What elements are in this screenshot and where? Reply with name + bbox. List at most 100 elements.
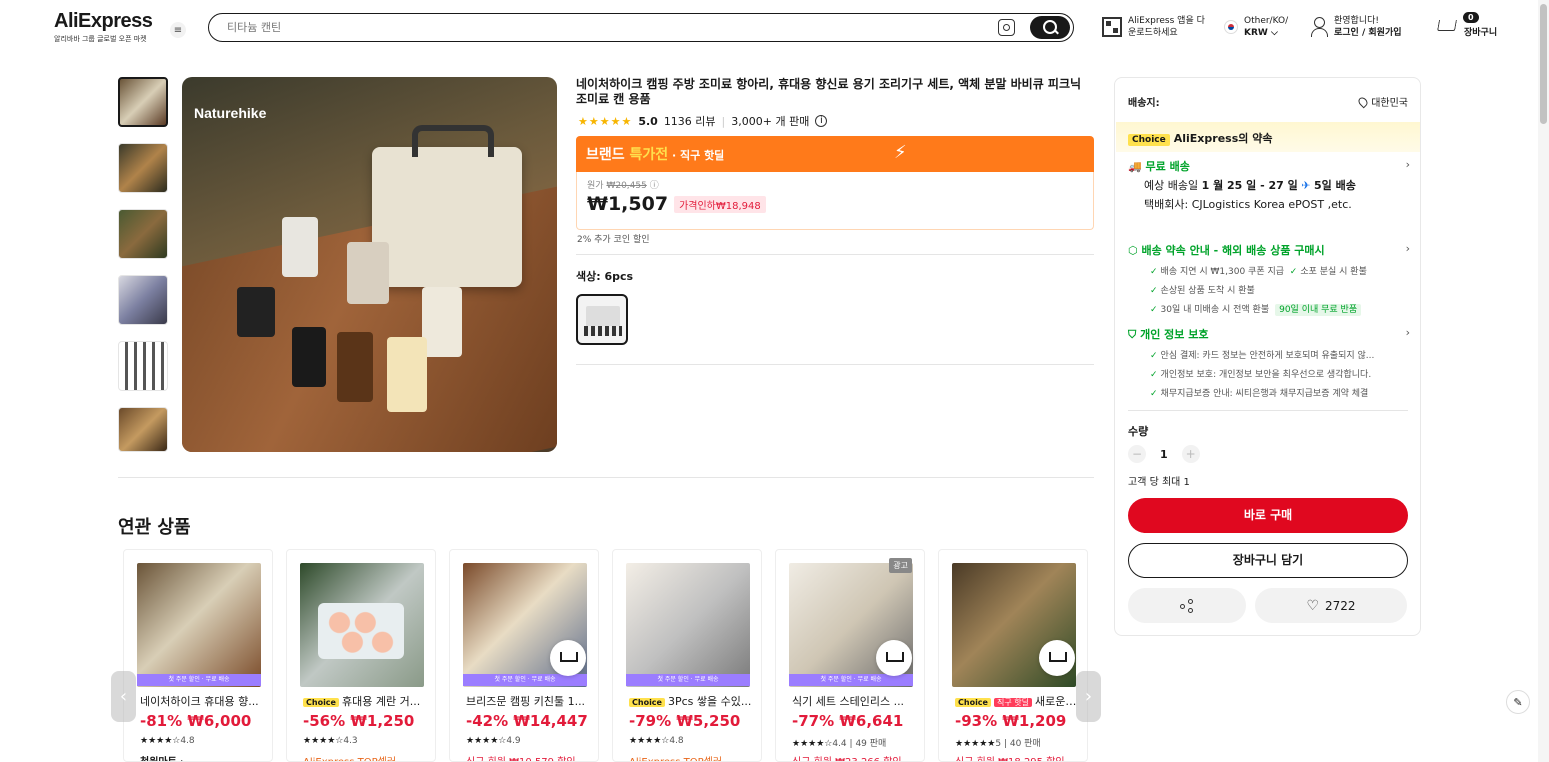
spice-jar (282, 217, 318, 277)
promo-suffix: · 직구 핫딜 (668, 149, 725, 162)
rating-stars: ★★★★☆ (629, 736, 670, 746)
search-button[interactable] (1030, 16, 1070, 39)
quantity-value[interactable]: 1 (1160, 448, 1168, 461)
sauce-bottle (387, 337, 427, 412)
rating-value: 4.4 (832, 739, 847, 749)
carousel-next-button[interactable]: › (1076, 671, 1101, 722)
share-icon (1180, 598, 1194, 613)
promo-highlight: 특가전 (629, 147, 669, 163)
rating-stars: ★★★★☆ (466, 736, 507, 746)
page-scrollbar[interactable] (1538, 0, 1549, 762)
review-count[interactable]: 1136 리뷰 (664, 113, 716, 129)
delivery-dates: 1 월 25 일 - 27 일 (1201, 179, 1298, 192)
product-card[interactable]: 첫 주문 할인 · 무료 배송 네이처하이크 휴대용 향... -81% ₩6,… (123, 549, 273, 762)
original-price: ₩20,455 (606, 181, 647, 191)
divider (118, 477, 1094, 478)
free-shipping-section[interactable]: 🚚 무료 배송 › 예상 배송일 1 월 25 일 - 27 일 ✈ 5일 배송 … (1128, 158, 1410, 212)
add-to-cart-icon[interactable] (550, 640, 586, 676)
image-brand-watermark: Naturehike (194, 105, 267, 121)
product-card[interactable]: 첫 주문 할인 · 무료 배송 광고 식기 세트 스테인리스 ... -77% … (775, 549, 925, 762)
product-card[interactable]: 첫 주문 할인 · 무료 배송 브리즈문 캠핑 키친툴 1... -42% ₩1… (449, 549, 599, 762)
scrollbar-thumb[interactable] (1540, 4, 1547, 124)
delivery-days: 5일 배송 (1313, 179, 1356, 192)
thumbnail-2[interactable] (118, 143, 168, 193)
thumbnail-1[interactable] (118, 77, 168, 127)
add-to-cart-icon[interactable] (876, 640, 912, 676)
decrease-quantity-button[interactable]: − (1128, 445, 1146, 463)
promise-item: 소포 분실 시 환불 (1300, 267, 1367, 277)
menu-icon[interactable]: ≡ (170, 22, 186, 38)
product-price: -81% ₩6,000 (140, 712, 252, 730)
check-icon: ✓ (1150, 286, 1158, 296)
app-download[interactable]: AliExpress 앱을 다 운로드하세요 (1102, 15, 1205, 39)
product-name-text: 새로운 ... (1034, 695, 1079, 708)
rating-stars: ★★★★☆ (792, 739, 833, 749)
seller-badge: AliExpress TOP셀러 (629, 753, 722, 761)
hot-deal-badge: 직구 핫딜 (993, 698, 1032, 707)
delivery-promise-title: 배송 약속 안내 - 해외 배송 상품 구매시 (1141, 244, 1325, 257)
rating-stars: ★★★★☆ (140, 736, 181, 746)
add-to-cart-button[interactable]: 장바구니 담기 (1128, 543, 1408, 578)
color-option-6pcs[interactable] (576, 294, 628, 345)
delivery-promise-section[interactable]: ⬡ 배송 약속 안내 - 해외 배송 상품 구매시 › ✓ 배송 지연 시 ₩1,3… (1128, 242, 1410, 316)
wishlist-count: 2722 (1325, 598, 1356, 613)
product-card[interactable]: 첫 주문 할인 · 무료 배송 Choice 3Pcs 쌓을 수있... -79%… (612, 549, 762, 762)
product-card[interactable]: Choice 직구 핫딜 새로운 ... -93% ₩1,209 ★★★★★5 | … (938, 549, 1088, 762)
sold-count: 49 판매 (855, 739, 887, 749)
aliexpress-logo[interactable]: AliExpress 알리바바 그룹 글로벌 오픈 마켓 (54, 10, 153, 44)
image-search-icon[interactable] (998, 19, 1015, 36)
product-name-text: 네이처하이크 휴대용 향... (140, 695, 259, 708)
seller-badge: AliExpress TOP셀러 (303, 753, 396, 761)
info-icon[interactable]: ⓘ (650, 181, 659, 191)
rating-value: 4.8 (669, 736, 684, 746)
search-bar (208, 13, 1074, 42)
separator: | (721, 114, 726, 128)
thumbnail-6[interactable] (118, 407, 168, 452)
store-link[interactable]: 청원마트 › (140, 753, 184, 761)
buy-now-button[interactable]: 바로 구매 (1128, 498, 1408, 533)
discount-badge: 가격인하₩18,948 (674, 195, 766, 213)
account-menu[interactable]: 환영합니다! 로그인 / 회원가입 (1310, 15, 1402, 39)
spice-jar (347, 242, 389, 304)
cart-label: 장바구니 (1464, 28, 1498, 38)
thumbnail-5[interactable] (118, 341, 168, 391)
thumbnail-3[interactable] (118, 209, 168, 259)
rating-score: 5.0 (638, 114, 658, 128)
main-product-image[interactable]: Naturehike (182, 77, 557, 452)
product-rating: ★★★★☆4.3 (303, 736, 358, 746)
promise-item: 30일 내 미배송 시 전액 환불 (1160, 305, 1270, 315)
add-to-cart-icon[interactable] (1039, 640, 1075, 676)
wishlist-button[interactable]: ♡ 2722 (1255, 588, 1407, 623)
carousel-prev-button[interactable]: ‹ (111, 671, 136, 722)
promo-strip: 첫 주문 할인 · 무료 배송 (137, 674, 261, 686)
rating-value: 4.3 (343, 736, 358, 746)
info-icon[interactable]: i (815, 115, 828, 127)
login-signup-link[interactable]: 로그인 / 회원가입 (1334, 27, 1402, 39)
region-selector[interactable]: Other/KO/KRW ⌵ (1224, 15, 1288, 39)
product-rating: ★★★★☆4.9 (466, 736, 521, 746)
share-button[interactable] (1128, 588, 1246, 623)
product-card[interactable]: Choice휴대용 계란 거... -56% ₩1,250 ★★★★☆4.3 A… (286, 549, 436, 762)
check-icon: ✓ (1150, 370, 1158, 380)
thumbnail-4[interactable] (118, 275, 168, 325)
product-name: 브리즈문 캠핑 키친툴 1... (466, 693, 590, 709)
shield-icon: ⬡ (1128, 244, 1138, 257)
brand-name: AliExpress (54, 10, 153, 32)
rating-row: ★★★★★ 5.0 1136 리뷰 | 3,000+ 개 판매 i (578, 113, 828, 129)
increase-quantity-button[interactable]: + (1181, 445, 1200, 463)
search-input[interactable] (227, 19, 987, 36)
edit-icon[interactable]: ✎ (1506, 690, 1530, 714)
check-icon: ✓ (1150, 305, 1158, 315)
rating-value: 5 (995, 739, 1002, 749)
cart-count-badge: 0 (1463, 12, 1479, 23)
ship-to-selector[interactable]: 대한민국 (1356, 94, 1408, 109)
coin-discount: 2% 추가 코인 할인 (577, 235, 650, 245)
privacy-title: 개인 정보 보호 (1140, 328, 1209, 341)
ship-to-country: 대한민국 (1371, 98, 1408, 109)
welcome-text: 환영합니다! (1334, 16, 1380, 26)
divider (1128, 410, 1408, 411)
oil-bottle (292, 327, 326, 387)
product-name: Choice 직구 핫딜 새로운 ... (955, 693, 1079, 709)
product-name: 네이처하이크 휴대용 향... (140, 693, 264, 709)
privacy-section[interactable]: ⛉ 개인 정보 보호 › ✓ 안심 결제: 카드 정보는 안전하게 보호되며 유출되… (1128, 326, 1410, 399)
